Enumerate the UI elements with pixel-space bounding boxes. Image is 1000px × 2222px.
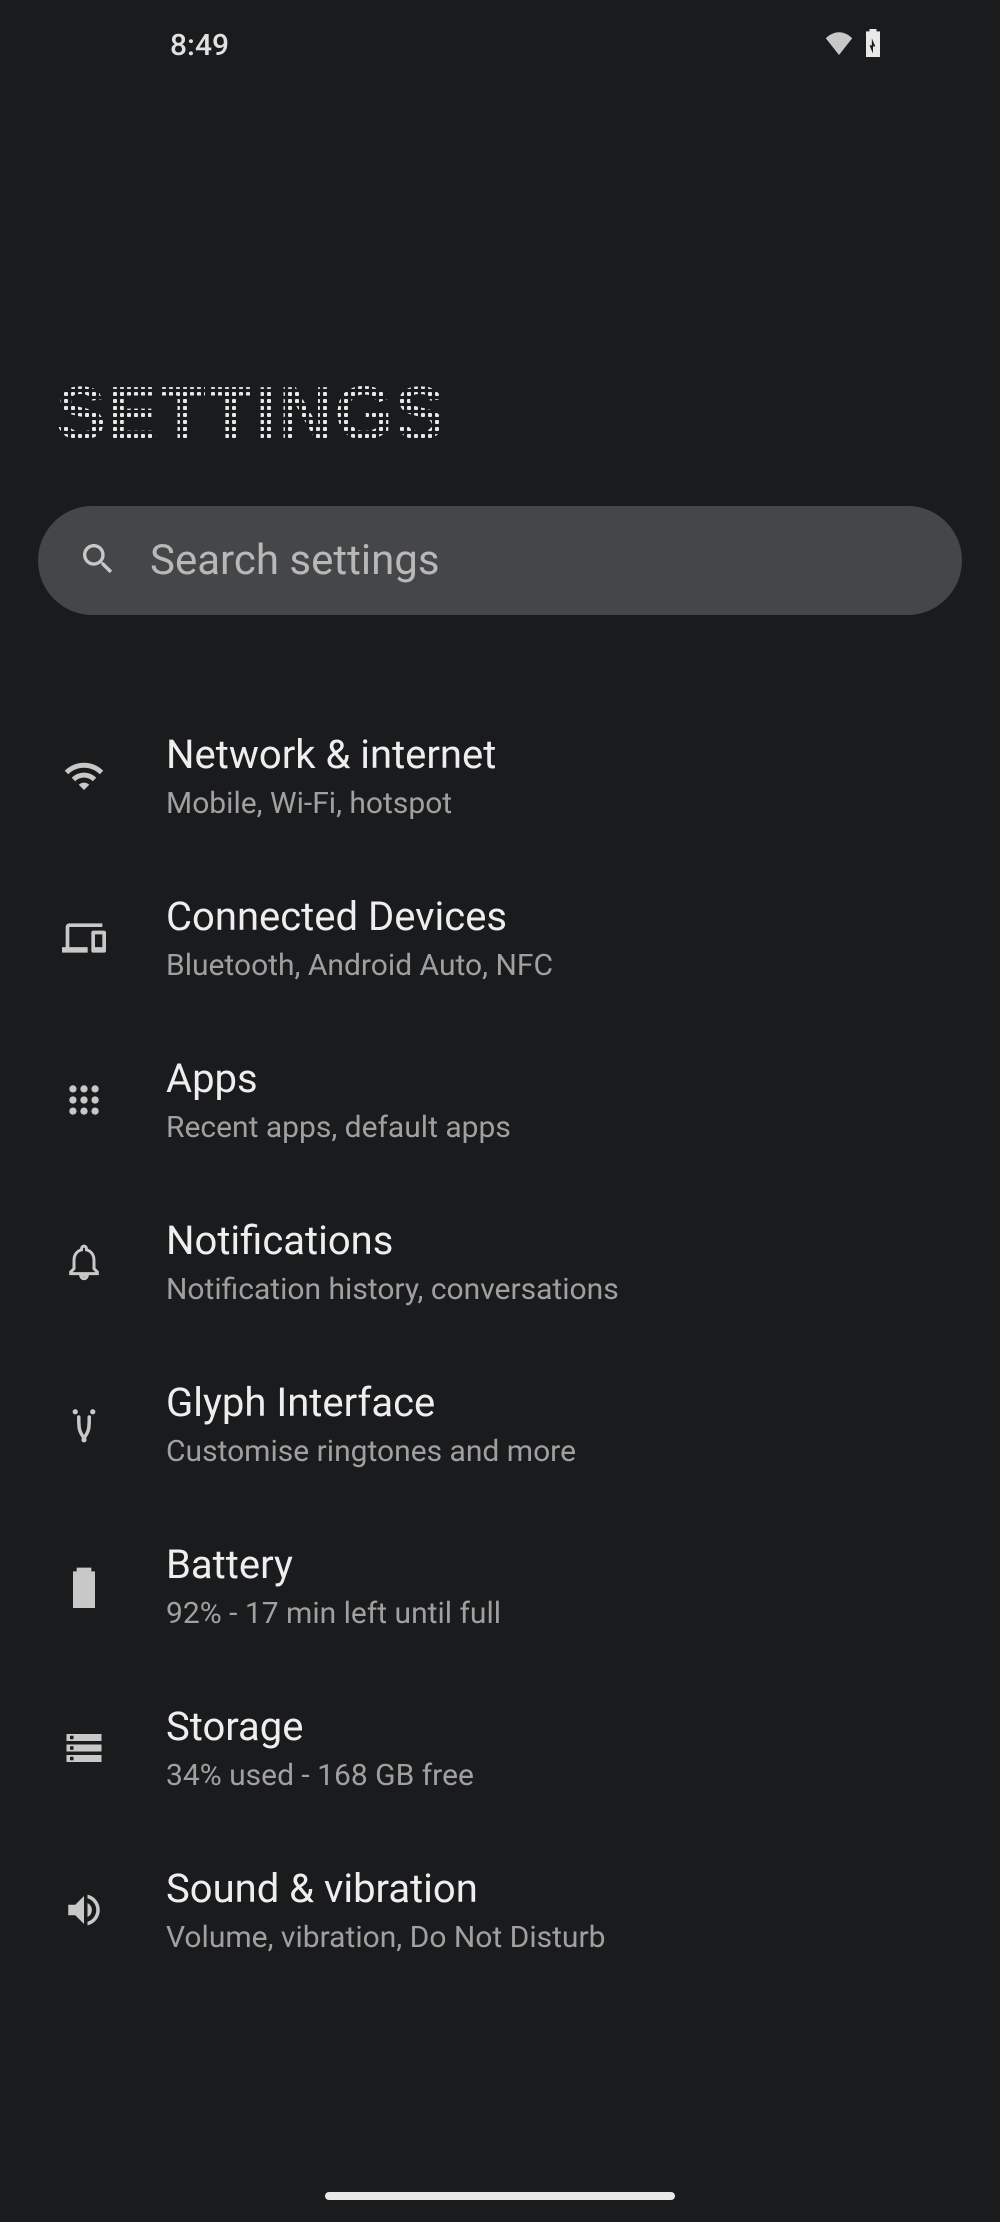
settings-item-network[interactable]: Network & internet Mobile, Wi-Fi, hotspo… (20, 695, 980, 857)
item-text: Network & internet Mobile, Wi-Fi, hotspo… (166, 731, 496, 821)
settings-item-notifications[interactable]: Notifications Notification history, conv… (20, 1181, 980, 1343)
item-text: Battery 92% - 17 min left until full (166, 1541, 501, 1631)
settings-item-sound[interactable]: Sound & vibration Volume, vibration, Do … (20, 1829, 980, 1991)
storage-icon (54, 1718, 114, 1778)
item-subtitle: Recent apps, default apps (166, 1110, 511, 1145)
settings-item-storage[interactable]: Storage 34% used - 168 GB free (20, 1667, 980, 1829)
search-icon (78, 539, 118, 583)
item-title: Notifications (166, 1217, 619, 1264)
item-title: Glyph Interface (166, 1379, 576, 1426)
item-title: Connected Devices (166, 893, 553, 940)
item-text: Connected Devices Bluetooth, Android Aut… (166, 893, 553, 983)
apps-icon (54, 1070, 114, 1130)
item-subtitle: Bluetooth, Android Auto, NFC (166, 948, 553, 983)
item-subtitle: Mobile, Wi-Fi, hotspot (166, 786, 496, 821)
page-title: SETTINGS (56, 370, 447, 456)
item-subtitle: Customise ringtones and more (166, 1434, 576, 1469)
settings-item-connected-devices[interactable]: Connected Devices Bluetooth, Android Aut… (20, 857, 980, 1019)
glyph-icon (54, 1394, 114, 1454)
item-text: Sound & vibration Volume, vibration, Do … (166, 1865, 605, 1955)
settings-item-glyph[interactable]: Glyph Interface Customise ringtones and … (20, 1343, 980, 1505)
search-placeholder: Search settings (150, 536, 440, 585)
item-text: Storage 34% used - 168 GB free (166, 1703, 474, 1793)
bell-icon (54, 1232, 114, 1292)
status-icons (824, 29, 882, 61)
item-subtitle: Volume, vibration, Do Not Disturb (166, 1920, 605, 1955)
wifi-status-icon (824, 31, 854, 59)
item-title: Sound & vibration (166, 1865, 605, 1912)
nav-bar-handle[interactable] (325, 2192, 675, 2200)
wifi-icon (54, 746, 114, 806)
item-title: Battery (166, 1541, 501, 1588)
item-text: Apps Recent apps, default apps (166, 1055, 511, 1145)
item-title: Network & internet (166, 731, 496, 778)
sound-icon (54, 1880, 114, 1940)
settings-list: Network & internet Mobile, Wi-Fi, hotspo… (0, 695, 1000, 1991)
status-time: 8:49 (170, 28, 229, 63)
settings-item-battery[interactable]: Battery 92% - 17 min left until full (20, 1505, 980, 1667)
item-text: Notifications Notification history, conv… (166, 1217, 619, 1307)
battery-charging-status-icon (864, 29, 882, 61)
item-title: Apps (166, 1055, 511, 1102)
item-subtitle: 34% used - 168 GB free (166, 1758, 474, 1793)
item-text: Glyph Interface Customise ringtones and … (166, 1379, 576, 1469)
item-subtitle: Notification history, conversations (166, 1272, 619, 1307)
devices-icon (54, 908, 114, 968)
battery-icon (54, 1556, 114, 1616)
settings-item-apps[interactable]: Apps Recent apps, default apps (20, 1019, 980, 1181)
page-header: SETTINGS (0, 90, 1000, 506)
item-title: Storage (166, 1703, 474, 1750)
search-bar[interactable]: Search settings (38, 506, 962, 615)
item-subtitle: 92% - 17 min left until full (166, 1596, 501, 1631)
status-bar: 8:49 (0, 0, 1000, 90)
